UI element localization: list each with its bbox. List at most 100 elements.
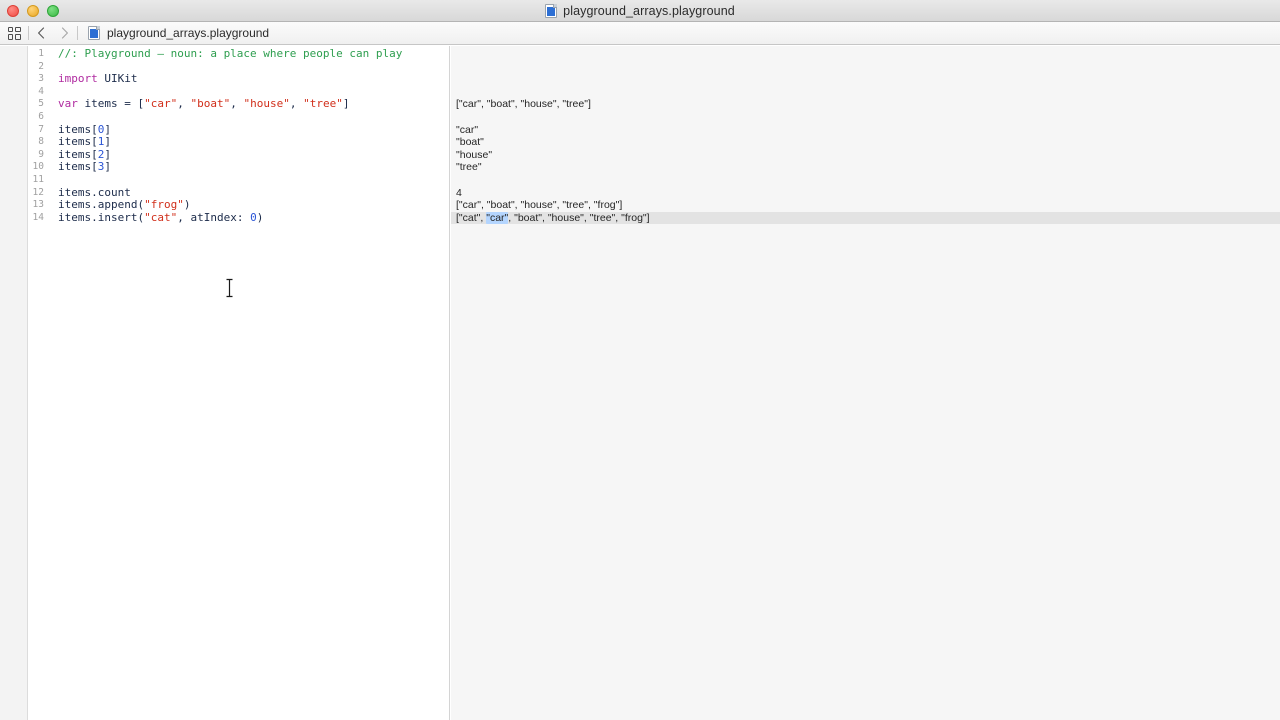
code-token: items[ bbox=[58, 160, 98, 174]
result-row[interactable]: "car" bbox=[451, 124, 1280, 137]
code-token: items.insert( bbox=[58, 210, 145, 224]
line-number: 5 bbox=[38, 98, 44, 110]
code-token: import bbox=[58, 72, 98, 86]
code-line[interactable]: 10 items[3] bbox=[28, 161, 449, 174]
result-row[interactable]: "boat" bbox=[451, 136, 1280, 149]
code-token: //: Playground — noun: a place where peo… bbox=[58, 47, 403, 60]
window-titlebar: playground_arrays.playground bbox=[0, 0, 1280, 22]
line-number: 9 bbox=[38, 148, 44, 160]
line-number: 8 bbox=[38, 136, 44, 148]
result-value: "house" bbox=[456, 148, 493, 161]
code-token: , bbox=[289, 97, 304, 111]
playground-file-icon-small bbox=[88, 26, 100, 40]
playground-results-pane[interactable]: ["car", "boat", "house", "tree"] "car" "bo… bbox=[451, 46, 1280, 720]
code-token: ] bbox=[104, 147, 111, 161]
line-number: 11 bbox=[32, 173, 44, 185]
code-token: ] bbox=[104, 135, 111, 149]
result-row[interactable] bbox=[451, 48, 1280, 61]
code-token: ] bbox=[342, 97, 350, 111]
code-token: "frog" bbox=[144, 198, 184, 212]
maximize-button[interactable] bbox=[47, 5, 59, 17]
result-value: "tree" bbox=[456, 161, 482, 174]
result-row[interactable] bbox=[451, 86, 1280, 99]
chevron-right-icon bbox=[61, 27, 68, 39]
line-number: 1 bbox=[38, 48, 44, 59]
editor-split-view: 1 //: Playground — noun: a place where pe… bbox=[0, 46, 1280, 720]
result-value: 4 bbox=[456, 186, 462, 199]
playground-file-icon bbox=[545, 4, 558, 18]
result-row[interactable]: ["car", "boat", "house", "tree", "frog"] bbox=[451, 199, 1280, 212]
code-line-text[interactable]: items[3] bbox=[50, 161, 449, 174]
code-token: ] bbox=[104, 160, 111, 174]
result-value: ["car", "boat", "house", "tree"] bbox=[456, 98, 591, 111]
code-token: , bbox=[177, 97, 191, 111]
code-token: items = [ bbox=[77, 97, 145, 111]
result-value: "car" bbox=[456, 123, 479, 136]
selected-result-token: "car" bbox=[486, 211, 509, 225]
code-token: "cat" bbox=[144, 210, 178, 224]
line-number: 6 bbox=[38, 110, 44, 122]
minimize-button[interactable] bbox=[27, 5, 39, 17]
jump-bar-file-label: playground_arrays.playground bbox=[107, 26, 270, 40]
code-token: items[ bbox=[58, 122, 98, 136]
back-button[interactable] bbox=[29, 22, 53, 45]
code-token: ) bbox=[183, 198, 191, 212]
source-editor-pane[interactable]: 1 //: Playground — noun: a place where pe… bbox=[28, 46, 450, 720]
result-row[interactable] bbox=[451, 61, 1280, 74]
code-token: UIKit bbox=[104, 72, 138, 86]
code-line-text[interactable]: var items = ["car", "boat", "house", "tr… bbox=[50, 98, 449, 111]
code-token: , bbox=[230, 97, 244, 111]
code-token: "boat" bbox=[190, 97, 231, 111]
code-token: var bbox=[58, 97, 78, 111]
jump-bar-file-item[interactable]: playground_arrays.playground bbox=[78, 22, 269, 45]
result-row[interactable]: ["car", "boat", "house", "tree"] bbox=[451, 98, 1280, 111]
result-row[interactable]: "tree" bbox=[451, 161, 1280, 174]
line-number: 13 bbox=[32, 199, 44, 211]
code-token: ] bbox=[104, 122, 111, 136]
line-number: 4 bbox=[38, 85, 44, 97]
window-title-group: playground_arrays.playground bbox=[0, 0, 1280, 22]
code-token: items.append( bbox=[58, 198, 145, 212]
chevron-left-icon bbox=[38, 27, 45, 39]
result-row[interactable]: "house" bbox=[451, 149, 1280, 162]
traffic-lights bbox=[7, 0, 59, 22]
code-line-text[interactable]: import UIKit bbox=[50, 72, 449, 86]
code-token: "tree" bbox=[303, 97, 343, 111]
close-button[interactable] bbox=[7, 5, 19, 17]
navigator-edge-strip bbox=[0, 46, 28, 720]
results-lines-container: ["car", "boat", "house", "tree"] "car" "bo… bbox=[451, 46, 1280, 225]
result-value: ["car", "boat", "house", "tree", "frog"] bbox=[456, 199, 623, 212]
code-line-text[interactable]: //: Playground — noun: a place where peo… bbox=[50, 47, 449, 61]
result-row[interactable]: 4 bbox=[451, 187, 1280, 200]
code-line[interactable]: 14 items.insert("cat", atIndex: 0) bbox=[28, 210, 449, 225]
code-token: "house" bbox=[243, 97, 290, 111]
result-value: "boat" bbox=[456, 136, 484, 149]
grid-icon bbox=[7, 26, 21, 40]
line-number: 3 bbox=[38, 73, 44, 85]
result-row[interactable] bbox=[451, 111, 1280, 124]
code-line[interactable]: 3 import UIKit bbox=[28, 72, 449, 86]
navigation-buttons bbox=[29, 22, 77, 45]
code-token: "car" bbox=[144, 97, 178, 111]
window-title: playground_arrays.playground bbox=[563, 4, 735, 18]
code-token: items[ bbox=[58, 135, 98, 149]
line-number: 10 bbox=[32, 161, 44, 173]
code-token: items[ bbox=[58, 147, 98, 161]
code-token: 0 bbox=[250, 210, 257, 224]
result-token: ["cat", bbox=[456, 211, 487, 224]
line-number: 14 bbox=[32, 211, 44, 223]
line-number: 12 bbox=[32, 186, 44, 198]
result-row-highlighted[interactable]: ["cat", "car", "boat", "house", "tree", … bbox=[451, 211, 1280, 225]
code-token: ) bbox=[256, 210, 264, 224]
result-row[interactable] bbox=[451, 174, 1280, 187]
code-line-text[interactable]: items.insert("cat", atIndex: 0) bbox=[50, 210, 449, 225]
code-lines-container[interactable]: 1 //: Playground — noun: a place where pe… bbox=[28, 46, 449, 224]
result-row[interactable] bbox=[451, 73, 1280, 86]
navigator-toggle-button[interactable] bbox=[0, 22, 28, 45]
code-token: , atIndex: bbox=[177, 210, 251, 224]
code-line[interactable]: 1 //: Playground — noun: a place where pe… bbox=[28, 47, 449, 61]
code-line[interactable]: 5 var items = ["car", "boat", "house", "t… bbox=[28, 98, 449, 111]
forward-button[interactable] bbox=[53, 22, 77, 45]
line-number: 7 bbox=[38, 123, 44, 135]
line-number: 2 bbox=[38, 60, 44, 72]
